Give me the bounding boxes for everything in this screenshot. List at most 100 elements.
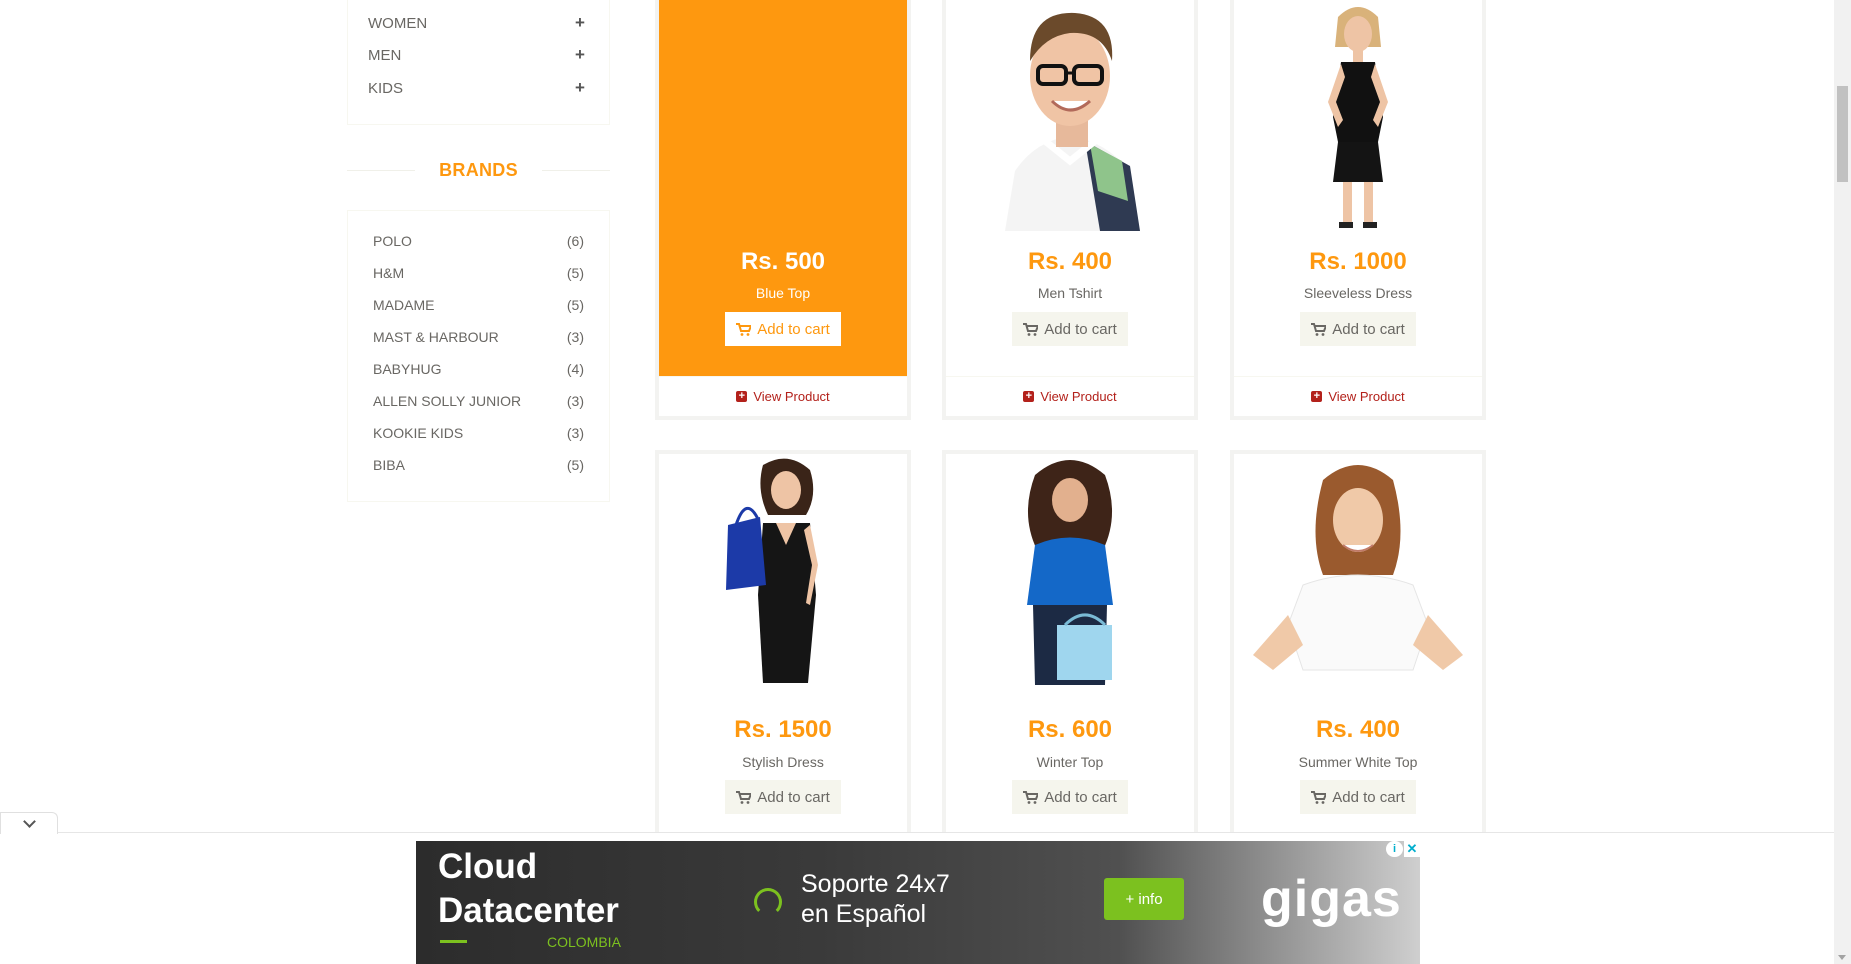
category-kids[interactable]: KIDS + [368,77,588,99]
brand-item-hm[interactable]: H&M (5) [373,262,584,284]
product-card: Rs. 500 Blue Top Add to cart + View Prod… [655,0,911,420]
ad-title-line2: Datacenter [438,891,619,930]
ad-accent-line [440,940,467,943]
page-scrollbar[interactable] [1834,0,1851,964]
brand-item-biba[interactable]: BIBA (5) [373,454,584,476]
product-image [946,0,1194,232]
brand-name: KOOKIE KIDS [373,425,464,441]
add-to-cart-button[interactable]: Add to cart [1012,312,1128,346]
category-panel: WOMEN + MEN + KIDS + [347,0,610,125]
product-price: Rs. 1000 [1309,248,1407,275]
brand-name: BABYHUG [373,361,442,377]
ad-info-button[interactable]: + info [1104,878,1184,920]
product-image [1234,0,1482,232]
product-image [946,454,1194,686]
stylish-dress-image [726,458,818,683]
brand-count: (5) [566,457,584,473]
add-to-cart-button[interactable]: Add to cart [1300,312,1416,346]
ad-country: COLOMBIA [547,934,621,950]
brand-count: (5) [566,265,584,281]
cart-icon [736,322,752,336]
winter-top-image [1027,460,1113,685]
ad-support-line1: Soporte 24x7 [801,870,950,898]
product-price: Rs. 400 [1315,716,1401,743]
ad-choices-icon[interactable]: i [1386,841,1403,857]
view-product-label: View Product [753,389,830,404]
add-to-cart-label: Add to cart [1044,788,1117,806]
category-men[interactable]: MEN + [368,44,588,66]
view-product-link[interactable]: + View Product [946,376,1194,416]
brand-item-babyhug[interactable]: BABYHUG (4) [373,358,584,380]
cart-icon [1023,790,1039,804]
ad-banner[interactable]: Cloud Datacenter COLOMBIA Soporte 24x7 e… [416,841,1420,964]
close-icon[interactable]: ✕ [1404,841,1420,857]
add-to-cart-button[interactable]: Add to cart [725,312,841,346]
chevron-down-icon [22,815,36,828]
brand-count: (4) [566,361,584,377]
brand-item-allen-solly-junior[interactable]: ALLEN SOLLY JUNIOR (3) [373,390,584,412]
view-product-label: View Product [1328,389,1405,404]
brand-item-kookie-kids[interactable]: KOOKIE KIDS (3) [373,422,584,444]
brand-name: H&M [373,265,405,281]
scroll-down-arrow-icon[interactable] [1838,955,1846,960]
brand-name: BIBA [373,457,405,473]
add-to-cart-label: Add to cart [757,320,830,338]
plus-icon[interactable]: + [572,78,588,98]
headset-icon [754,888,782,916]
brand-name: ALLEN SOLLY JUNIOR [373,393,522,409]
brand-item-polo[interactable]: POLO (6) [373,230,584,252]
ad-title-line1: Cloud [438,847,538,886]
cart-icon [1311,790,1327,804]
plus-square-icon: + [1311,391,1323,402]
product-name: Summer White Top [1298,754,1418,770]
cart-icon [1311,322,1327,336]
product-name: Sleeveless Dress [1303,285,1413,301]
category-label: KIDS [368,79,404,97]
ad-support-line2: en Español [801,900,927,928]
brand-count: (3) [566,393,584,409]
ad-collapse-tab[interactable] [0,812,58,834]
brand-name: POLO [373,233,412,249]
view-product-link[interactable]: + View Product [659,376,907,416]
add-to-cart-button[interactable]: Add to cart [1300,780,1416,814]
brands-panel: POLO (6) H&M (5) MADAME (5) MAST & HARBO… [347,210,610,502]
brand-item-mast-harbour[interactable]: MAST & HARBOUR (3) [373,326,584,348]
brands-title: BRANDS [439,159,518,180]
add-to-cart-button[interactable]: Add to cart [1012,780,1128,814]
ad-logo: gigas [1261,870,1402,928]
brand-count: (3) [566,425,584,441]
product-price: Rs. 1500 [734,716,832,743]
product-name: Blue Top [755,285,811,301]
plus-square-icon: + [1023,391,1035,402]
scrollbar-thumb[interactable] [1837,86,1848,182]
view-product-label: View Product [1040,389,1117,404]
product-image [659,454,907,686]
add-to-cart-label: Add to cart [1332,320,1405,338]
brand-count: (3) [566,329,584,345]
cart-icon [736,790,752,804]
view-product-link[interactable]: + View Product [1234,376,1482,416]
brand-name: MADAME [373,297,435,313]
add-to-cart-label: Add to cart [1044,320,1117,338]
product-card: Rs. 1500 Stylish Dress Add to cart [655,450,911,850]
plus-icon[interactable]: + [572,13,588,33]
plus-icon[interactable]: + [572,45,588,65]
product-name: Stylish Dress [742,754,824,770]
brand-name: MAST & HARBOUR [373,329,499,345]
plus-square-icon: + [736,391,748,402]
product-price: Rs. 600 [1027,716,1113,743]
brand-count: (5) [566,297,584,313]
add-to-cart-button[interactable]: Add to cart [725,780,841,814]
product-price: Rs. 400 [1027,248,1113,275]
product-name: Winter Top [1036,754,1104,770]
add-to-cart-label: Add to cart [757,788,830,806]
product-card: Rs. 1000 Sleeveless Dress Add to cart + … [1230,0,1486,420]
product-price: Rs. 500 [740,248,826,275]
sleeveless-dress-image [1328,7,1388,228]
summer-white-top-image [1253,465,1463,671]
brand-item-madame[interactable]: MADAME (5) [373,294,584,316]
product-card: Rs. 400 Summer White Top Add to cart [1230,450,1486,850]
category-women[interactable]: WOMEN + [368,12,588,34]
product-card: Rs. 400 Men Tshirt Add to cart + View Pr… [942,0,1198,420]
brand-count: (6) [566,233,584,249]
